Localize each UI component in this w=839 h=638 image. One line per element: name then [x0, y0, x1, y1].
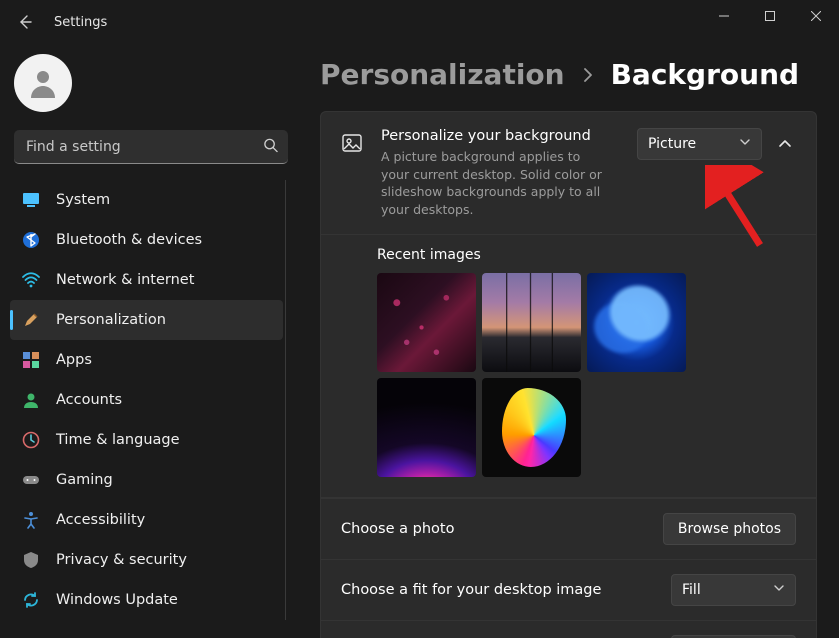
sidebar-item-label: Windows Update — [56, 592, 178, 608]
choose-fit-row: Choose a fit for your desktop image Fill — [321, 559, 816, 620]
card-header: Personalize your background A picture ba… — [321, 112, 816, 235]
fit-dropdown[interactable]: Fill — [671, 574, 796, 606]
avatar[interactable] — [14, 54, 72, 112]
search-icon — [263, 138, 278, 157]
sidebar-item-label: System — [56, 192, 110, 208]
sidebar-item-personalization[interactable]: Personalization — [10, 300, 283, 340]
sidebar-item-accounts[interactable]: Accounts — [10, 380, 283, 420]
row-label: Choose a fit for your desktop image — [341, 582, 601, 598]
recent-image-thumbnail[interactable] — [377, 273, 476, 372]
search-input[interactable] — [14, 130, 288, 164]
sidebar-item-label: Network & internet — [56, 272, 194, 288]
button-label: Browse photos — [678, 521, 781, 537]
content: Personalization Background Personalize y… — [298, 44, 839, 638]
sidebar-item-gaming[interactable]: Gaming — [10, 460, 283, 500]
shield-icon — [22, 551, 40, 569]
sidebar-item-accessibility[interactable]: Accessibility — [10, 500, 283, 540]
sidebar-item-windows-update[interactable]: Windows Update — [10, 580, 283, 620]
sidebar-item-label: Time & language — [56, 432, 180, 448]
browse-photos-button[interactable]: Browse photos — [663, 513, 796, 545]
wifi-icon — [22, 271, 40, 289]
sidebar-item-label: Gaming — [56, 472, 113, 488]
choose-photo-row: Choose a photo Browse photos — [321, 498, 816, 559]
breadcrumb-parent[interactable]: Personalization — [320, 58, 565, 91]
breadcrumb-current: Background — [611, 58, 799, 91]
titlebar-left: Settings — [0, 11, 107, 33]
windows-update-icon — [22, 591, 40, 609]
back-button[interactable] — [14, 11, 36, 33]
sidebar-item-label: Bluetooth & devices — [56, 232, 202, 248]
dropdown-value: Picture — [648, 136, 696, 152]
choose-stickers-row: Choose stickers for your wallpaper Add s… — [321, 620, 816, 638]
recent-image-thumbnail[interactable] — [587, 273, 686, 372]
sidebar-item-time-language[interactable]: Time & language — [10, 420, 283, 460]
bluetooth-icon — [22, 231, 40, 249]
background-card: Personalize your background A picture ba… — [320, 111, 817, 638]
sidebar-item-bluetooth[interactable]: Bluetooth & devices — [10, 220, 283, 260]
card-header-right: Picture — [637, 128, 796, 160]
system-icon — [22, 191, 40, 209]
sidebar-item-system[interactable]: System — [10, 180, 283, 220]
recent-image-thumbnail[interactable] — [482, 273, 581, 372]
sidebar-item-label: Personalization — [56, 312, 166, 328]
apps-icon — [22, 351, 40, 369]
recent-image-thumbnail[interactable] — [482, 378, 581, 477]
search-wrap — [14, 130, 288, 164]
recent-images-section: Recent images — [321, 235, 816, 498]
sidebar-item-privacy[interactable]: Privacy & security — [10, 540, 283, 580]
recent-images-grid — [377, 273, 717, 477]
gaming-icon — [22, 471, 40, 489]
row-label: Choose a photo — [341, 521, 454, 537]
dropdown-value: Fill — [682, 582, 701, 598]
recent-image-thumbnail[interactable] — [377, 378, 476, 477]
chevron-down-icon — [773, 582, 785, 598]
titlebar: Settings — [0, 0, 839, 44]
personalization-icon — [22, 311, 40, 329]
card-header-text: Personalize your background A picture ba… — [381, 128, 611, 218]
recent-images-title: Recent images — [377, 247, 796, 263]
sidebar-item-network[interactable]: Network & internet — [10, 260, 283, 300]
close-button[interactable] — [793, 0, 839, 32]
sidebar: System Bluetooth & devices Network & int… — [0, 44, 298, 638]
background-type-dropdown[interactable]: Picture — [637, 128, 762, 160]
card-title: Personalize your background — [381, 128, 611, 144]
sidebar-item-apps[interactable]: Apps — [10, 340, 283, 380]
minimize-button[interactable] — [701, 0, 747, 32]
time-language-icon — [22, 431, 40, 449]
sidebar-item-label: Apps — [56, 352, 92, 368]
picture-icon — [341, 132, 363, 154]
accounts-icon — [22, 391, 40, 409]
sidebar-item-label: Privacy & security — [56, 552, 187, 568]
card-description: A picture background applies to your cur… — [381, 148, 611, 218]
accessibility-icon — [22, 511, 40, 529]
window-controls — [701, 0, 839, 44]
maximize-button[interactable] — [747, 0, 793, 32]
app-title: Settings — [54, 15, 107, 30]
sidebar-item-label: Accessibility — [56, 512, 145, 528]
chevron-down-icon — [739, 136, 751, 152]
chevron-right-icon — [581, 63, 595, 87]
breadcrumb: Personalization Background — [320, 58, 817, 91]
collapse-button[interactable] — [774, 133, 796, 155]
nav-list: System Bluetooth & devices Network & int… — [10, 180, 286, 620]
sidebar-item-label: Accounts — [56, 392, 122, 408]
